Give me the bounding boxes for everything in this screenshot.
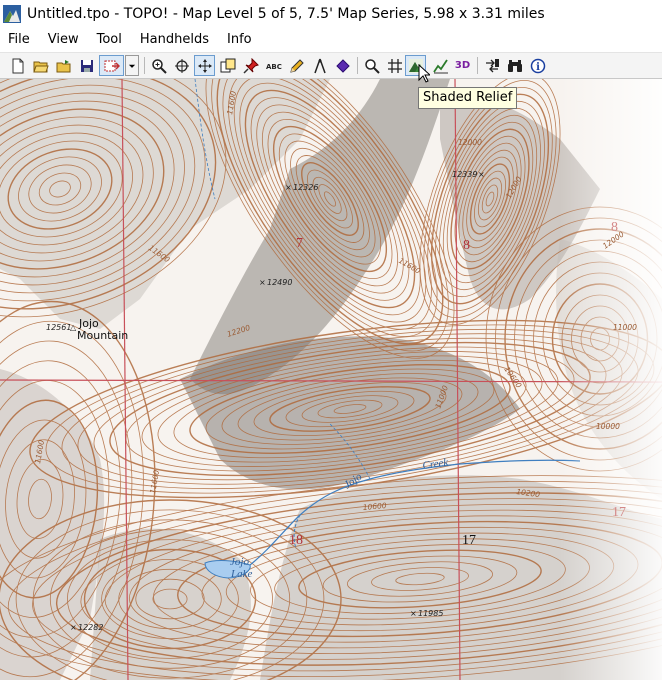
profile-icon [432,59,448,73]
text-label-button[interactable]: ABC [263,55,284,76]
diamond-icon [335,58,350,73]
svg-text:×: × [478,170,485,179]
diamond-marker-button[interactable] [332,55,353,76]
mountain-name-line2: Mountain [77,329,128,342]
toolbar-separator [357,57,358,74]
window-title: Untitled.tpo - TOPO! - Map Level 5 of 5,… [27,6,545,22]
peak-label-12326: 12326 [293,183,318,192]
info-icon: i [530,58,545,73]
toolbar: ABC 3D i [0,53,662,79]
menu-view[interactable]: View [39,28,88,52]
menu-file[interactable]: File [0,28,39,52]
section-number-17b: 17 [612,505,626,520]
peak-label-12561: 12561 [46,323,71,332]
open-folder-button[interactable] [53,55,74,76]
toolbar-separator [144,57,145,74]
binoculars-icon [507,59,522,72]
binoculars-button[interactable] [504,55,525,76]
pencil-icon [289,58,304,73]
pan-icon [197,58,212,73]
peak-label-12339: 12339 [452,170,477,179]
new-file-button[interactable] [7,55,28,76]
save-button[interactable] [76,55,97,76]
lake-name-line2: Lake [230,568,253,580]
export-button[interactable] [99,55,124,76]
menu-bar: File View Tool Handhelds Info [0,28,662,53]
copy-button[interactable] [217,55,238,76]
save-icon [80,59,93,72]
export-dropdown-button[interactable] [125,55,139,76]
svg-text:×: × [70,623,77,632]
section-number-17: 17 [462,533,476,548]
section-number-18: 18 [289,533,303,548]
shaded-relief-tooltip: Shaded Relief [418,87,518,109]
mouse-cursor-icon [418,64,430,83]
pushpin-button[interactable] [240,55,261,76]
contour-label: 12000 [458,138,482,147]
compass-button[interactable] [309,55,330,76]
chevron-down-icon [128,64,136,68]
peak-label-12490: 12490 [267,278,292,287]
compass-icon [313,58,326,73]
pushpin-icon [242,57,259,74]
zoom-in-button[interactable] [148,55,169,76]
info-button[interactable]: i [527,55,548,76]
pan-button[interactable] [194,55,215,76]
open-folder-icon [32,61,49,72]
title-bar: Untitled.tpo - TOPO! - Map Level 5 of 5,… [0,0,662,28]
svg-text:×: × [285,183,292,192]
section-number-8: 8 [463,238,470,253]
copy-icon [220,58,235,72]
svg-text:△: △ [70,323,77,332]
text-abc-icon: ABC [266,63,282,71]
svg-text:×: × [259,278,266,287]
menu-handhelds[interactable]: Handhelds [131,28,218,52]
topo-app-icon [3,5,21,23]
menu-info[interactable]: Info [218,28,261,52]
gps-transfer-button[interactable] [481,55,502,76]
toolbar-separator [477,57,478,74]
search-icon [364,58,380,74]
export-icon [104,60,120,71]
profile-button[interactable] [430,55,451,76]
3d-view-label: 3D [454,60,471,71]
lake-name-line1: Jojo [230,556,249,568]
svg-text:i: i [536,62,540,73]
grid-icon [387,58,402,73]
center-target-button[interactable] [171,55,192,76]
peak-label-11985: 11985 [418,609,443,618]
contour-label: 11000 [613,323,637,332]
search-button[interactable] [361,55,382,76]
grid-button[interactable] [384,55,405,76]
target-icon [174,58,189,73]
zoom-in-icon [151,58,167,74]
folder-arrow-icon [56,59,70,72]
peak-label-12282: 12282 [78,623,103,632]
svg-text:ABC: ABC [266,63,282,71]
3d-view-button[interactable]: 3D [452,55,473,76]
new-file-icon [12,58,23,73]
menu-tool[interactable]: Tool [88,28,131,52]
open-file-button[interactable] [30,55,51,76]
svg-text:×: × [410,609,417,618]
gps-transfer-icon [485,58,499,72]
section-number-7: 7 [296,236,303,251]
shaded-relief-map[interactable]: 7 8 8 18 17 17 × 12326 12339 × × 12490 1256… [0,79,662,680]
map-view[interactable]: 7 8 8 18 17 17 × 12326 12339 × × 12490 1256… [0,79,662,680]
contour-label: 10000 [596,422,620,431]
pencil-button[interactable] [286,55,307,76]
